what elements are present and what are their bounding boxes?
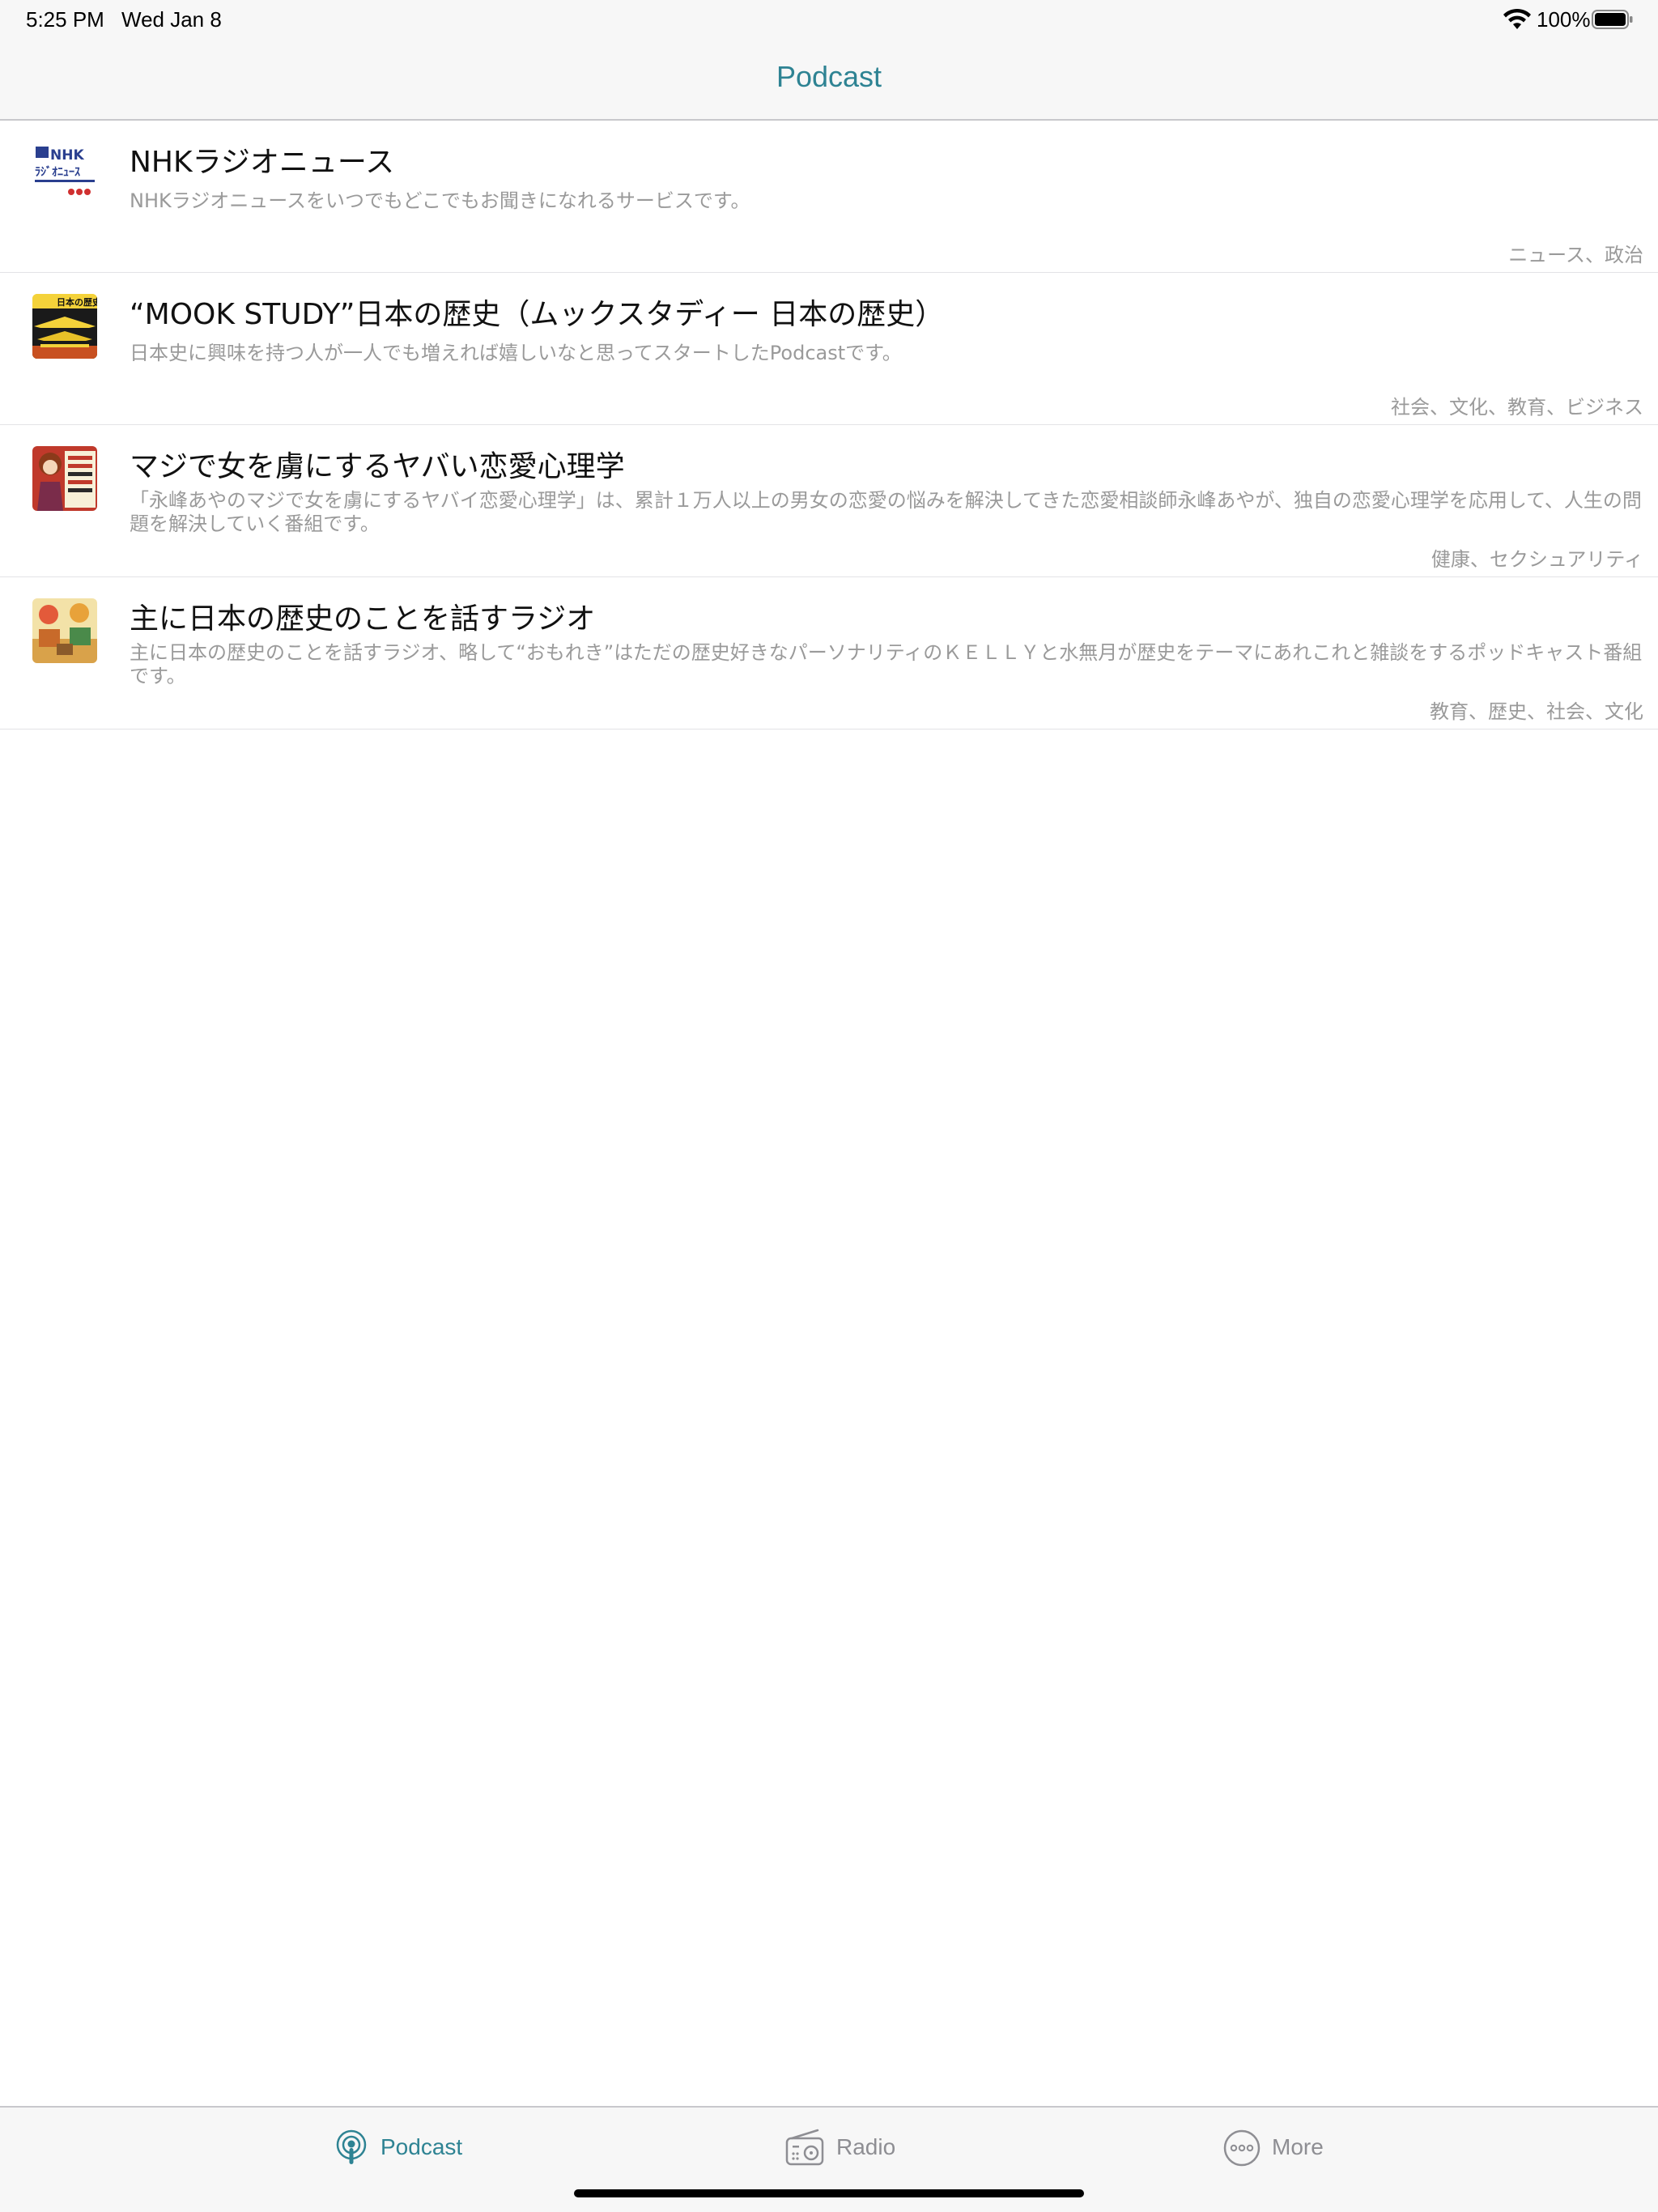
- podcast-description: 日本史に興味を持つ人が一人でも増えれば嬉しいなと思ってスタートしたPodcast…: [130, 342, 902, 364]
- mook-study-artwork-icon: 日本の歴史: [32, 294, 97, 359]
- radio-icon: [785, 2129, 824, 2166]
- page-title: Podcast: [776, 60, 882, 93]
- svg-text:日本の歴史: 日本の歴史: [57, 296, 97, 308]
- battery-percentage: 100%: [1537, 7, 1591, 32]
- status-date: Wed Jan 8: [121, 7, 222, 32]
- status-bar: 5:25 PM Wed Jan 8 100%: [0, 0, 1658, 39]
- love-psychology-artwork-icon: [32, 446, 97, 511]
- podcast-row[interactable]: 日本の歴史 “MOOK STUDY”日本の歴史（ムックスタディー 日本の歴史） …: [0, 273, 1658, 425]
- omoreki-artwork-icon: [32, 598, 97, 663]
- podcast-icon: [336, 2129, 367, 2164]
- podcast-categories: ニュース、政治: [1508, 244, 1643, 266]
- nhk-radio-news-artwork-icon: NHK ﾗｼﾞｵﾆｭｰｽ: [32, 142, 97, 206]
- tab-radio-label: Radio: [836, 2134, 896, 2159]
- wifi-icon: [1503, 8, 1531, 29]
- podcast-description: NHKラジオニュースをいつでもどこでもお聞きになれるサービスです。: [130, 189, 750, 212]
- podcast-row[interactable]: マジで女を虜にするヤバい恋愛心理学 「永峰あやのマジで女を虜にするヤバイ恋愛心理…: [0, 425, 1658, 577]
- home-indicator: [574, 2189, 1084, 2197]
- podcast-title: NHKラジオニュース: [130, 146, 395, 179]
- svg-text:NHK: NHK: [50, 147, 84, 164]
- podcast-description: 主に日本の歴史のことを話すラジオ、略して“おもれき”はただの歴史好きなパーソナリ…: [130, 641, 1643, 687]
- battery-icon: [1592, 10, 1633, 29]
- tab-more-label: More: [1272, 2134, 1324, 2159]
- navigation-bar: Podcast: [0, 39, 1658, 121]
- more-icon: [1223, 2129, 1261, 2167]
- podcast-title: “MOOK STUDY”日本の歴史（ムックスタディー 日本の歴史）: [130, 298, 945, 331]
- podcast-title: マジで女を虜にするヤバい恋愛心理学: [130, 450, 625, 483]
- status-time: 5:25 PM: [26, 7, 104, 32]
- podcast-description: 「永峰あやのマジで女を虜にするヤバイ恋愛心理学」は、累計１万人以上の男女の恋愛の…: [130, 489, 1642, 535]
- podcast-row[interactable]: 主に日本の歴史のことを話すラジオ 主に日本の歴史のことを話すラジオ、略して“おも…: [0, 577, 1658, 730]
- podcast-row[interactable]: NHK ﾗｼﾞｵﾆｭｰｽ NHKラジオニュース NHKラジオニュースをいつでもど…: [0, 121, 1658, 273]
- tab-podcast-label: Podcast: [380, 2134, 463, 2159]
- podcast-list: NHK ﾗｼﾞｵﾆｭｰｽ NHKラジオニュース NHKラジオニュースをいつでもど…: [0, 121, 1658, 730]
- podcast-title: 主に日本の歴史のことを話すラジオ: [130, 602, 596, 636]
- podcast-categories: 健康、セクシュアリティ: [1431, 548, 1643, 571]
- svg-text:ﾗｼﾞｵﾆｭｰｽ: ﾗｼﾞｵﾆｭｰｽ: [35, 165, 80, 179]
- podcast-categories: 社会、文化、教育、ビジネス: [1391, 396, 1643, 419]
- podcast-categories: 教育、歴史、社会、文化: [1430, 700, 1643, 723]
